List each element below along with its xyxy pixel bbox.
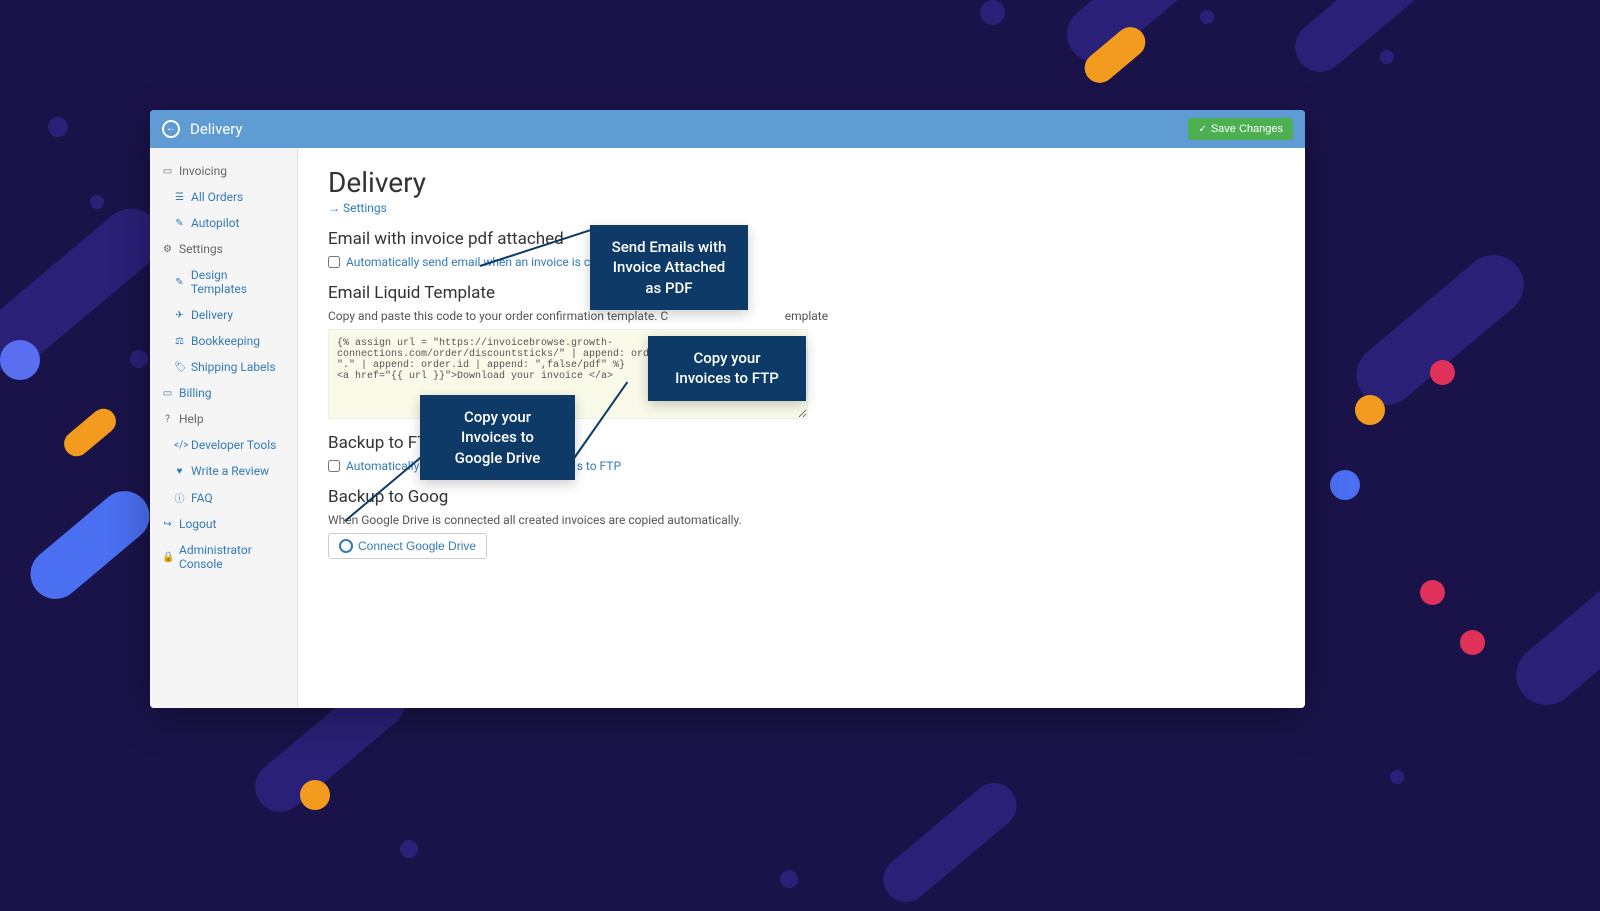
bg-decor — [1504, 543, 1600, 718]
main-heading: Delivery — [328, 166, 1275, 199]
page-title: Delivery — [190, 120, 243, 138]
app-window: Delivery Save Changes ▭Invoicing ☰All Or… — [150, 110, 1305, 708]
section-gdrive-heading: Backup to Goog — [328, 487, 1275, 507]
bg-decor — [90, 195, 104, 209]
bg-decor — [48, 117, 68, 137]
liquid-help-text: Copy and paste this code to your order c… — [328, 309, 1275, 323]
logout-icon: ↪ — [162, 519, 173, 530]
info-icon: ⓘ — [174, 490, 185, 505]
lock-icon: 🔒 — [162, 552, 173, 563]
bg-decor — [980, 0, 1005, 25]
bg-decor — [1355, 395, 1385, 425]
send-icon: ✈ — [174, 310, 185, 321]
tag-icon: 🏷 — [174, 362, 185, 373]
section-liquid-heading: Email Liquid Template — [328, 283, 1275, 303]
breadcrumb-settings[interactable]: Settings — [328, 201, 1275, 215]
back-button[interactable] — [162, 120, 180, 138]
bg-decor — [130, 350, 148, 368]
sidebar-item-design-templates[interactable]: ✎Design Templates — [150, 262, 297, 302]
sidebar-section-help: ?Help — [150, 406, 297, 432]
list-icon: ☰ — [174, 192, 185, 203]
bg-decor — [874, 774, 1025, 911]
connect-google-drive-button[interactable]: Connect Google Drive — [328, 533, 487, 559]
sidebar-item-autopilot[interactable]: ✎Autopilot — [150, 210, 297, 236]
bg-decor — [1430, 360, 1455, 385]
bg-decor — [1380, 50, 1394, 64]
sidebar-item-all-orders[interactable]: ☰All Orders — [150, 184, 297, 210]
bg-decor — [20, 481, 159, 609]
bg-decor — [1390, 770, 1404, 784]
sidebar-item-billing[interactable]: ▭Billing — [150, 380, 297, 406]
sidebar-item-bookkeeping[interactable]: ⚖Bookkeeping — [150, 328, 297, 354]
bg-decor — [300, 780, 330, 810]
card-icon: ▭ — [162, 166, 173, 177]
gdrive-help-text: When Google Drive is connected all creat… — [328, 513, 1275, 527]
heart-icon: ♥ — [174, 466, 185, 477]
bg-decor — [1460, 630, 1485, 655]
sidebar-item-faq[interactable]: ⓘFAQ — [150, 484, 297, 511]
bg-decor — [59, 404, 121, 462]
sidebar-section-settings: ⚙Settings — [150, 236, 297, 262]
bg-decor — [1285, 0, 1455, 82]
auto-send-email-checkbox[interactable] — [328, 256, 340, 268]
sidebar-item-admin-console[interactable]: 🔒Administrator Console — [150, 537, 297, 577]
bg-decor — [400, 840, 418, 858]
bg-decor — [1344, 243, 1536, 418]
auto-ftp-checkbox[interactable] — [328, 460, 340, 472]
gear-icon: ⚙ — [162, 244, 173, 255]
sidebar-section-invoicing: ▭Invoicing — [150, 158, 297, 184]
wand-icon: ✎ — [174, 218, 185, 229]
sidebar-item-write-review[interactable]: ♥Write a Review — [150, 458, 297, 484]
sidebar-item-delivery[interactable]: ✈Delivery — [150, 302, 297, 328]
question-icon: ? — [162, 414, 173, 425]
topbar: Delivery Save Changes — [150, 110, 1305, 148]
bg-decor — [1330, 470, 1360, 500]
bg-decor — [780, 870, 798, 888]
callout-ftp: Copy your Invoices to FTP — [648, 336, 806, 401]
save-changes-button[interactable]: Save Changes — [1188, 118, 1293, 140]
callout-gdrive: Copy your Invoices to Google Drive — [420, 395, 575, 480]
sidebar-item-shipping-labels[interactable]: 🏷Shipping Labels — [150, 354, 297, 380]
credit-card-icon: ▭ — [162, 388, 173, 399]
bg-decor — [1420, 580, 1445, 605]
callout-email-pdf: Send Emails with Invoice Attached as PDF — [590, 225, 748, 310]
bg-decor — [0, 340, 40, 380]
code-icon: </> — [174, 440, 185, 451]
sidebar-item-logout[interactable]: ↪Logout — [150, 511, 297, 537]
scale-icon: ⚖ — [174, 336, 185, 347]
sidebar: ▭Invoicing ☰All Orders ✎Autopilot ⚙Setti… — [150, 148, 298, 708]
section-email-heading: Email with invoice pdf attached — [328, 229, 1275, 249]
bg-decor — [1056, 0, 1245, 73]
sidebar-item-developer-tools[interactable]: </>Developer Tools — [150, 432, 297, 458]
brush-icon: ✎ — [174, 277, 185, 288]
bg-decor — [1200, 10, 1214, 24]
